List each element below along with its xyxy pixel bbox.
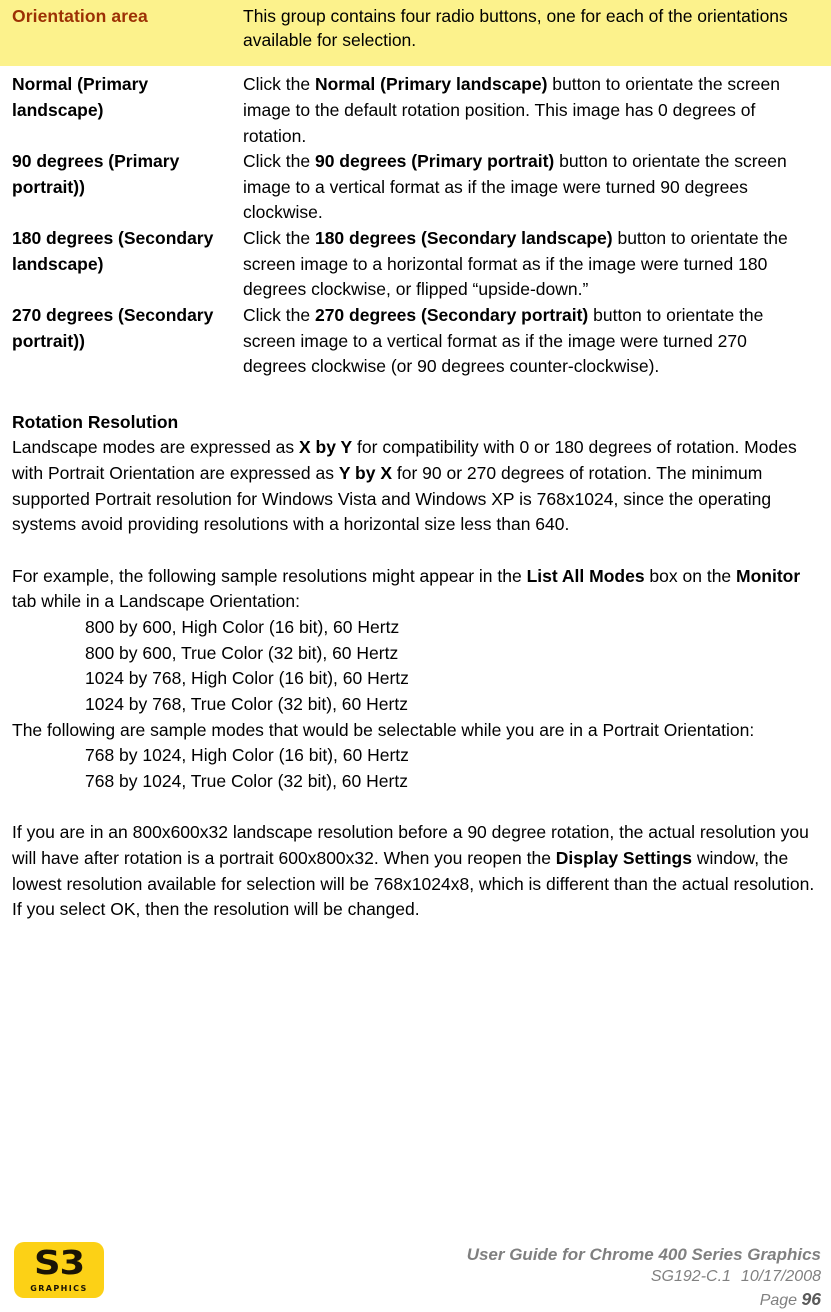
list-item: 800 by 600, High Color (16 bit), 60 Hert… bbox=[85, 617, 400, 638]
para1-part-a: Landscape modes are expressed as bbox=[12, 437, 299, 458]
rotation-resolution-paragraph-1: Landscape modes are expressed as X by Y … bbox=[12, 435, 821, 538]
rotation-resolution-paragraph-4: If you are in an 800x600x32 landscape re… bbox=[12, 820, 821, 923]
list-item: 768 by 1024, True Color (32 bit), 60 Her… bbox=[85, 770, 408, 791]
footer-metadata: User Guide for Chrome 400 Series Graphic… bbox=[467, 1242, 821, 1311]
orientation-options-table: Normal (Primary landscape) Click the Nor… bbox=[0, 72, 831, 380]
para1-emphasis-y-by-x: Y by X bbox=[338, 462, 393, 483]
option-description: Click the 180 degrees (Secondary landsca… bbox=[243, 226, 821, 303]
option-term: 270 degrees (Secondary portrait)) bbox=[12, 304, 214, 351]
para2-part-d: tab while in a Landscape Orientation: bbox=[12, 591, 300, 612]
logo-subtitle-text: GRAPHICS bbox=[30, 1284, 88, 1293]
footer-date: 10/17/2008 bbox=[740, 1268, 821, 1286]
table-row: 90 degrees (Primary portrait)) Click the… bbox=[12, 149, 821, 226]
list-item: 768 by 1024, High Color (16 bit), 60 Her… bbox=[85, 745, 409, 766]
option-term: 90 degrees (Primary portrait)) bbox=[12, 151, 180, 197]
orientation-area-term: Orientation area bbox=[12, 6, 148, 26]
orientation-area-definition: This group contains four radio buttons, … bbox=[243, 6, 788, 51]
option-term: 180 degrees (Secondary landscape) bbox=[12, 228, 214, 274]
desc-prefix: Click the bbox=[243, 151, 315, 172]
option-description: Click the Normal (Primary landscape) but… bbox=[243, 72, 821, 149]
rotation-resolution-paragraph-3: The following are sample modes that woul… bbox=[12, 719, 755, 740]
rotation-resolution-section: Rotation Resolution Landscape modes are … bbox=[0, 410, 831, 923]
desc-emphasis: Normal (Primary landscape) bbox=[314, 74, 548, 95]
section-heading: Rotation Resolution bbox=[12, 411, 179, 432]
orientation-area-highlight-row: Orientation area This group contains fou… bbox=[0, 0, 831, 67]
para1-emphasis-x-by-y: X by Y bbox=[298, 437, 353, 458]
table-row: 180 degrees (Secondary landscape) Click … bbox=[12, 226, 821, 303]
para2-emphasis-monitor: Monitor bbox=[736, 565, 801, 586]
para2-emphasis-list-all-modes: List All Modes bbox=[526, 565, 645, 586]
para4-emphasis-display-settings: Display Settings bbox=[555, 848, 692, 869]
desc-emphasis: 90 degrees (Primary portrait) bbox=[314, 151, 555, 172]
table-row: 270 degrees (Secondary portrait)) Click … bbox=[12, 303, 821, 380]
footer-revision-line: SG192-C.1 10/17/2008 bbox=[467, 1266, 821, 1287]
option-term: Normal (Primary landscape) bbox=[12, 74, 149, 120]
table-row: Normal (Primary landscape) Click the Nor… bbox=[12, 72, 821, 149]
desc-prefix: Click the bbox=[243, 304, 315, 325]
rotation-resolution-paragraph-2: For example, the following sample resolu… bbox=[12, 564, 821, 615]
list-item: 1024 by 768, High Color (16 bit), 60 Her… bbox=[85, 668, 409, 689]
footer-page-label: Page bbox=[759, 1291, 798, 1309]
footer-document-title: User Guide for Chrome 400 Series Graphic… bbox=[466, 1245, 821, 1264]
desc-emphasis: 180 degrees (Secondary landscape) bbox=[314, 228, 613, 249]
list-item: 1024 by 768, True Color (32 bit), 60 Her… bbox=[85, 693, 408, 714]
option-description: Click the 270 degrees (Secondary portrai… bbox=[243, 303, 821, 380]
footer-page-number: 96 bbox=[801, 1288, 821, 1309]
s3-graphics-logo: S3 GRAPHICS bbox=[14, 1242, 104, 1298]
page-footer: S3 GRAPHICS User Guide for Chrome 400 Se… bbox=[0, 1228, 831, 1312]
desc-prefix: Click the bbox=[243, 74, 315, 95]
option-description: Click the 90 degrees (Primary portrait) … bbox=[243, 149, 821, 226]
portrait-mode-list: 768 by 1024, High Color (16 bit), 60 Her… bbox=[12, 743, 821, 794]
footer-page-line: Page 96 bbox=[467, 1288, 821, 1311]
para2-part-a: For example, the following sample resolu… bbox=[12, 565, 527, 586]
footer-revision: SG192-C.1 bbox=[650, 1268, 731, 1286]
list-item: 800 by 600, True Color (32 bit), 60 Hert… bbox=[85, 642, 399, 663]
desc-emphasis: 270 degrees (Secondary portrait) bbox=[314, 304, 589, 325]
landscape-mode-list: 800 by 600, High Color (16 bit), 60 Hert… bbox=[12, 615, 821, 718]
desc-prefix: Click the bbox=[243, 228, 315, 249]
logo-brand-text: S3 bbox=[33, 1243, 85, 1282]
para2-part-c: box on the bbox=[644, 565, 737, 586]
